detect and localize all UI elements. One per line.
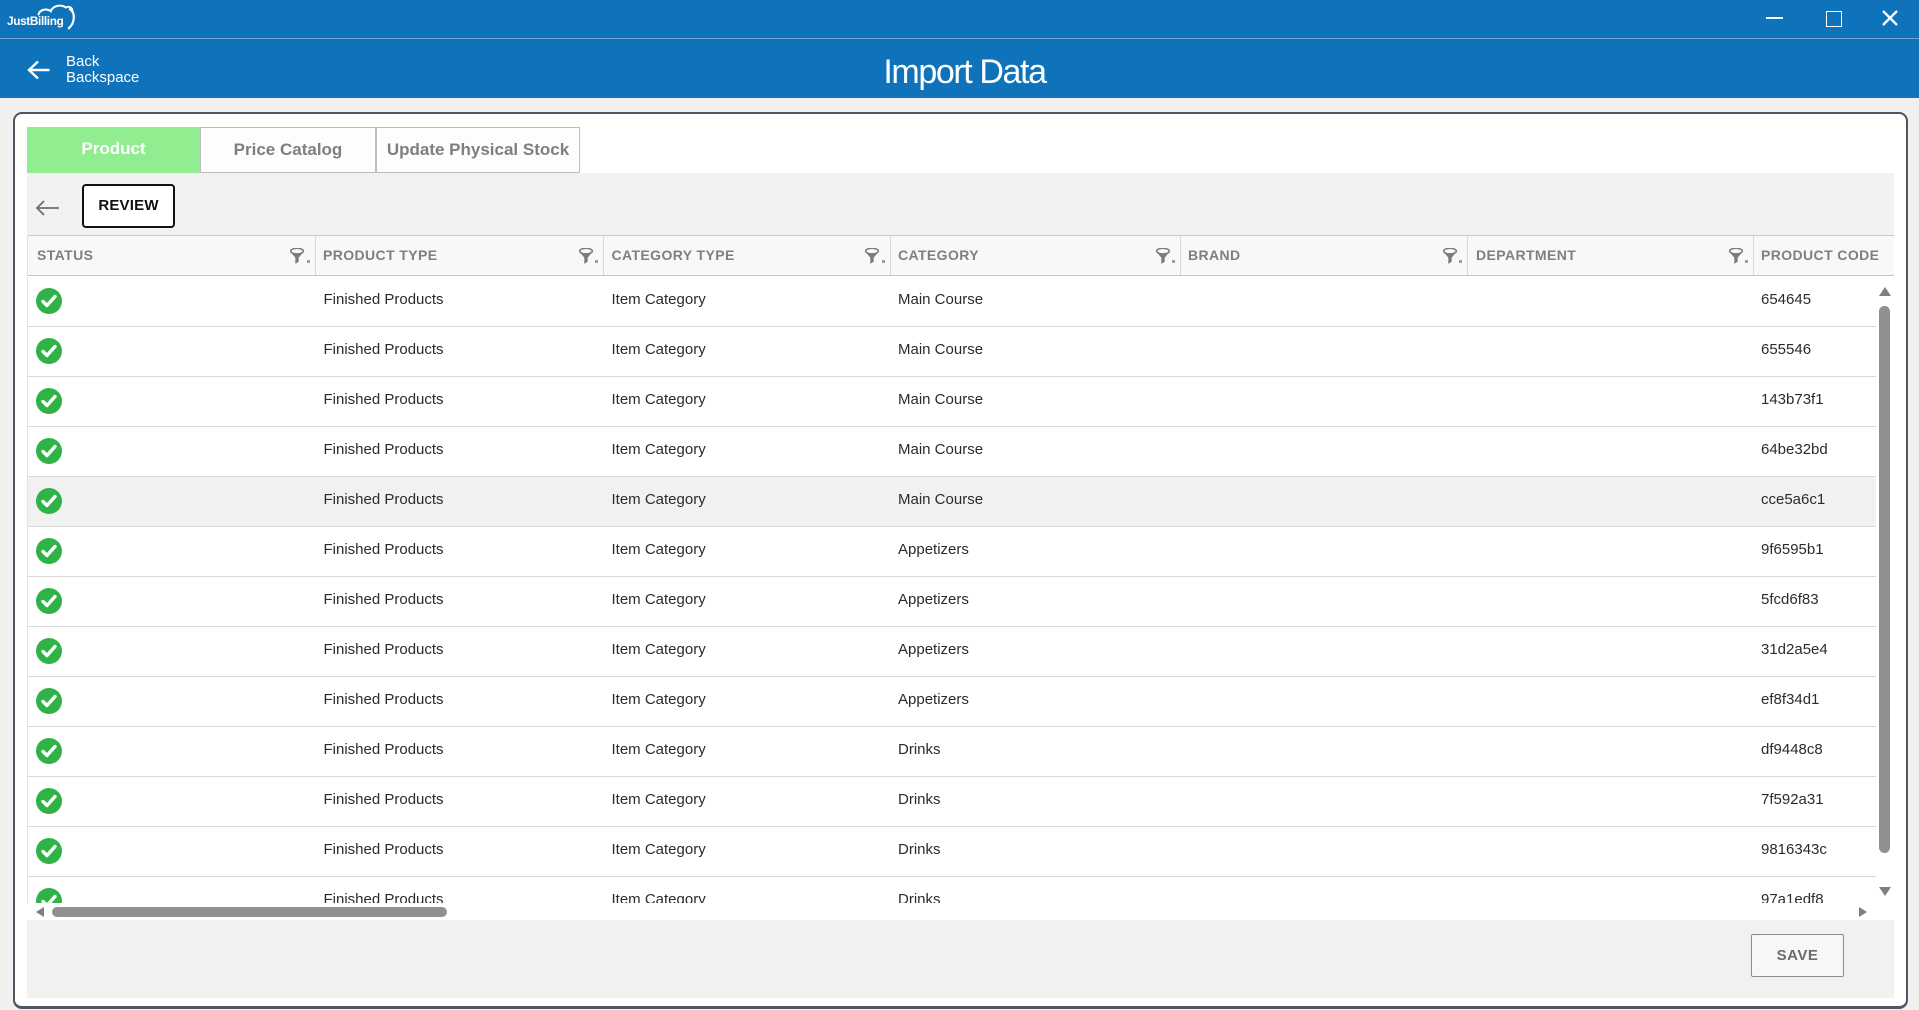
svg-text:JustBilling: JustBilling xyxy=(7,14,64,28)
